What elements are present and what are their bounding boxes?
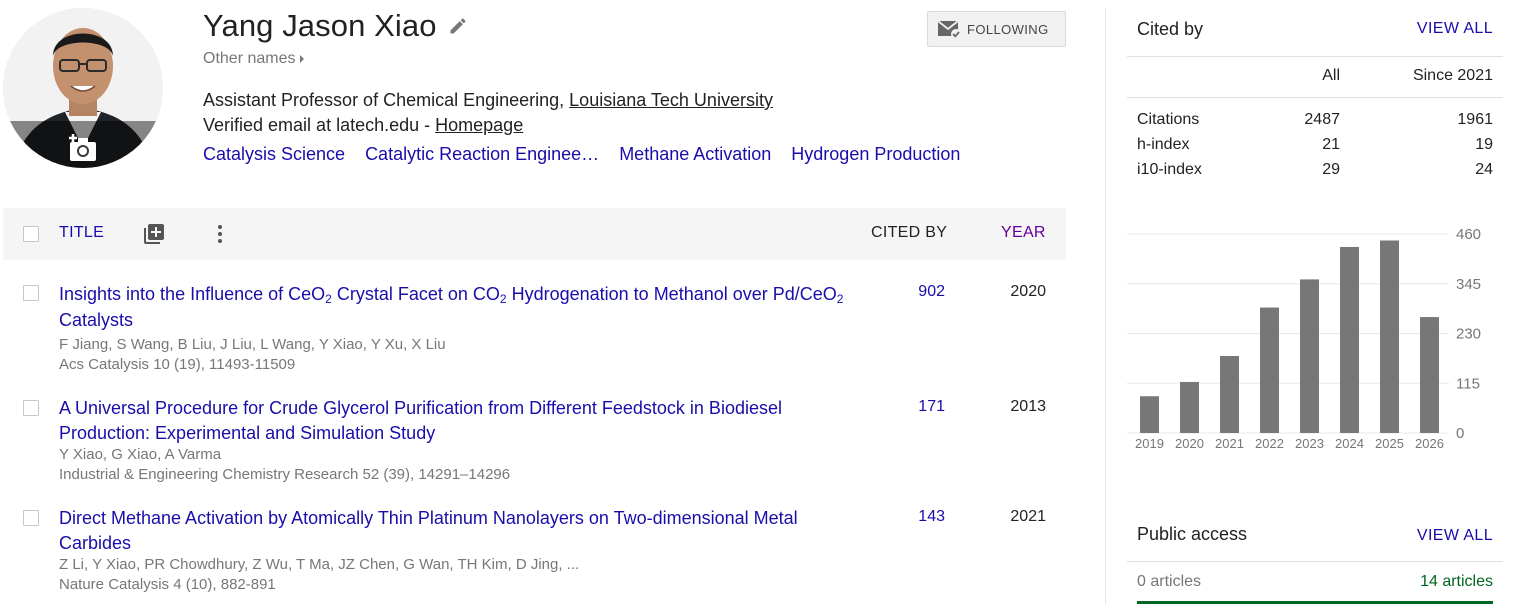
profile-name: Yang Jason Xiao	[203, 8, 437, 43]
bar-2022[interactable]	[1260, 307, 1279, 433]
more-options-icon[interactable]	[208, 222, 232, 246]
interest-link[interactable]: Catalysis Science	[203, 144, 345, 165]
stat-label: Citations	[1137, 111, 1200, 128]
stat-all: 2487	[1304, 111, 1340, 128]
bar-2020[interactable]	[1180, 381, 1199, 433]
article-title-link[interactable]: A Universal Procedure for Crude Glycerol…	[59, 396, 859, 446]
divider	[1127, 97, 1503, 98]
article-checkbox[interactable]	[23, 400, 39, 416]
article-row: A Universal Procedure for Crude Glycerol…	[3, 396, 1066, 488]
cited-by-view-all[interactable]: VIEW ALL	[1417, 20, 1493, 38]
cited-by-count[interactable]: 902	[883, 283, 945, 301]
article-venue: Acs Catalysis 10 (19), 11493-11509	[59, 356, 296, 373]
bar-2021[interactable]	[1220, 355, 1239, 433]
divider	[1127, 56, 1503, 57]
x-tick-label: 2021	[1215, 436, 1244, 451]
public-access-title: Public access	[1137, 524, 1248, 544]
other-names-label: Other names	[203, 50, 296, 67]
position-text: Assistant Professor of Chemical Engineer…	[203, 90, 570, 110]
mail-check-icon	[937, 20, 961, 39]
stat-since: 24	[1475, 161, 1493, 178]
col-since: Since 2021	[1412, 67, 1493, 84]
stat-row-i10-index: i10-index 29 24	[1137, 161, 1493, 186]
stat-all: 21	[1322, 136, 1340, 153]
research-interests: Catalysis Science Catalytic Reaction Eng…	[203, 144, 980, 165]
x-tick-label: 2025	[1375, 436, 1404, 451]
other-names-toggle[interactable]: Other names	[203, 50, 305, 68]
article-row: Insights into the Influence of CeO2 Crys…	[3, 281, 1066, 381]
select-all-checkbox[interactable]	[23, 226, 39, 242]
article-checkbox[interactable]	[23, 285, 39, 301]
article-year: 2013	[1010, 398, 1046, 415]
interest-link[interactable]: Hydrogen Production	[791, 144, 960, 165]
stat-label: h-index	[1137, 136, 1190, 153]
article-checkbox[interactable]	[23, 510, 39, 526]
article-title-link[interactable]: Direct Methane Activation by Atomically …	[59, 506, 859, 556]
y-tick-label: 345	[1456, 276, 1481, 293]
affiliation: Assistant Professor of Chemical Engineer…	[203, 88, 773, 138]
article-authors: Y Xiao, G Xiao, A Varma	[59, 446, 222, 463]
article-year: 2020	[1010, 283, 1046, 300]
y-tick-label: 460	[1456, 226, 1481, 243]
interest-link[interactable]: Catalytic Reaction Enginee…	[365, 144, 599, 165]
public-access-view-all[interactable]: VIEW ALL	[1417, 527, 1493, 545]
x-tick-label: 2019	[1135, 436, 1164, 451]
stat-row-citations: Citations 2487 1961	[1137, 111, 1493, 136]
edit-pencil-icon[interactable]	[448, 16, 468, 36]
cited-by-count[interactable]: 143	[883, 508, 945, 526]
article-venue: Industrial & Engineering Chemistry Resea…	[59, 466, 511, 483]
sidebar-divider	[1105, 8, 1106, 604]
not-available-count[interactable]: 0 articles	[1137, 573, 1201, 591]
bar-2023[interactable]	[1300, 279, 1319, 433]
caret-right-icon	[300, 54, 305, 63]
x-tick-label: 2023	[1295, 436, 1324, 451]
bar-2026[interactable]	[1420, 317, 1439, 433]
add-to-library-icon[interactable]	[142, 222, 166, 246]
stat-all: 29	[1322, 161, 1340, 178]
x-tick-label: 2020	[1175, 436, 1204, 451]
article-authors: Z Li, Y Xiao, PR Chowdhury, Z Wu, T Ma, …	[59, 556, 580, 573]
article-venue: Nature Catalysis 4 (10), 882-891	[59, 576, 276, 593]
sort-by-year[interactable]: YEAR	[1001, 224, 1046, 242]
available-count[interactable]: 14 articles	[1420, 573, 1493, 591]
bar-2024[interactable]	[1340, 246, 1359, 433]
divider	[1127, 561, 1503, 562]
following-label: FOLLOWING	[967, 21, 1049, 37]
following-button[interactable]: FOLLOWING	[927, 11, 1066, 47]
sort-by-cited[interactable]: CITED BY	[871, 224, 947, 242]
sort-by-title[interactable]: TITLE	[59, 224, 104, 242]
stat-row-h-index: h-index 21 19	[1137, 136, 1493, 161]
articles-table-header: TITLE CITED BY YEAR	[3, 208, 1066, 260]
bar-2025[interactable]	[1380, 240, 1399, 433]
x-tick-label: 2022	[1255, 436, 1284, 451]
email-text: Verified email at latech.edu -	[203, 115, 436, 135]
homepage-link[interactable]: Homepage	[435, 115, 523, 135]
profile-photo[interactable]	[3, 8, 163, 168]
bar-2019[interactable]	[1140, 396, 1159, 433]
article-year: 2021	[1010, 508, 1046, 525]
y-tick-label: 0	[1456, 425, 1464, 442]
cited-by-title: Cited by	[1137, 19, 1204, 39]
stat-since: 19	[1475, 136, 1493, 153]
x-tick-label: 2026	[1415, 436, 1444, 451]
article-authors: F Jiang, S Wang, B Liu, J Liu, L Wang, Y…	[59, 336, 446, 353]
stat-since: 1961	[1457, 111, 1493, 128]
article-row: Direct Methane Activation by Atomically …	[3, 506, 1066, 598]
y-tick-label: 115	[1456, 375, 1480, 392]
camera-icon[interactable]	[67, 133, 101, 163]
interest-link[interactable]: Methane Activation	[619, 144, 771, 165]
y-tick-label: 230	[1456, 326, 1481, 343]
stat-label: i10-index	[1137, 161, 1202, 178]
institution-link[interactable]: Louisiana Tech University	[569, 90, 773, 110]
citations-per-year-chart: 460 345 230 115 0 2019 2020 2021 2022 2023 2024 202…	[1127, 226, 1481, 451]
cited-by-column-headers: All Since 2021	[1137, 67, 1493, 92]
cited-by-count[interactable]: 171	[883, 398, 945, 416]
col-all: All	[1322, 67, 1340, 84]
article-title-link[interactable]: Insights into the Influence of CeO2 Crys…	[59, 281, 859, 333]
x-tick-label: 2024	[1335, 436, 1364, 451]
